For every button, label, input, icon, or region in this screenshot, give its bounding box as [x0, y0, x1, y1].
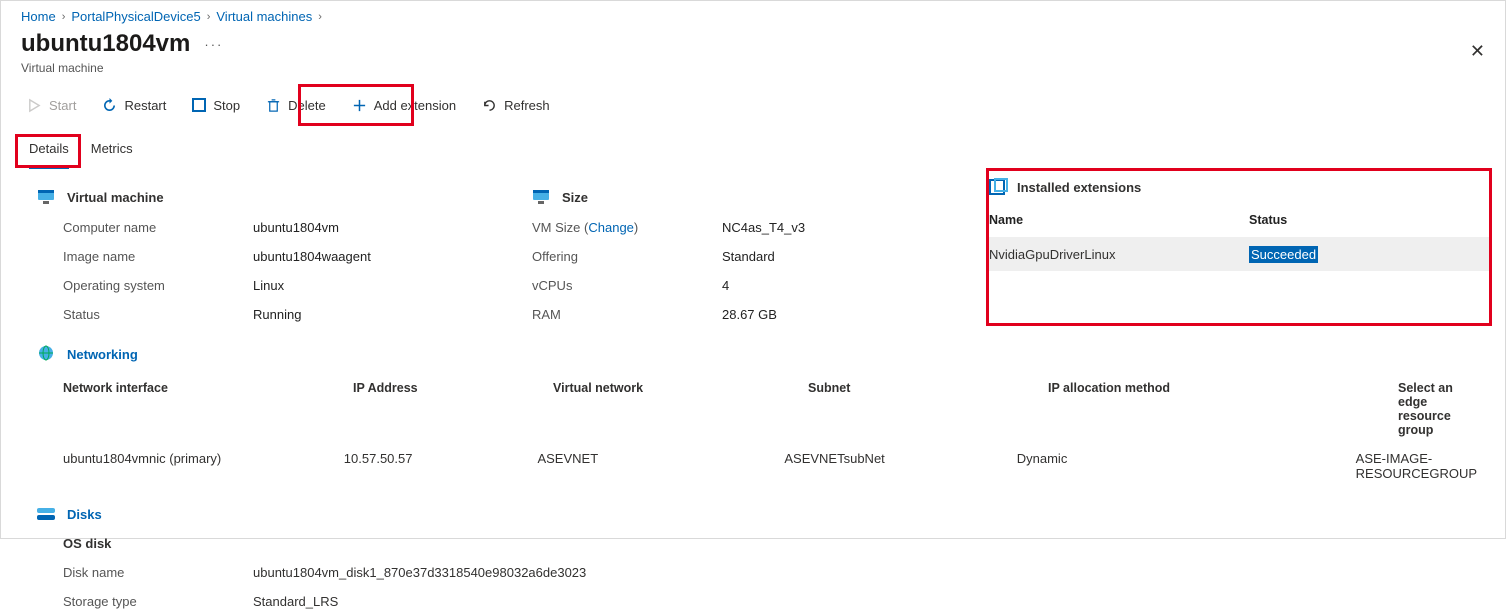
restart-button[interactable]: Restart	[96, 94, 172, 117]
globe-icon	[37, 344, 55, 365]
monitor-icon	[532, 188, 550, 206]
value-ip-method: Dynamic	[1017, 451, 1356, 481]
value-offering: Standard	[722, 249, 992, 264]
breadcrumb-device[interactable]: PortalPhysicalDevice5	[71, 9, 200, 24]
close-icon[interactable]: ✕	[1470, 41, 1485, 62]
command-bar: Start Restart Stop Delete Add extension …	[1, 85, 1505, 125]
col-network-interface: Network interface	[63, 381, 353, 437]
value-edge-rg: ASE-IMAGE-RESOURCEGROUP	[1356, 451, 1477, 481]
label-image-name: Image name	[63, 249, 253, 264]
start-button: Start	[21, 94, 82, 117]
disks-icon	[37, 508, 55, 522]
page-title: ubuntu1804vm	[21, 30, 190, 58]
col-ext-name: Name	[989, 213, 1249, 227]
restart-icon	[102, 98, 117, 113]
value-storage-type: Standard_LRS	[253, 594, 1477, 609]
more-menu-icon[interactable]: ···	[204, 37, 223, 52]
play-icon	[27, 98, 42, 113]
extension-row[interactable]: NvidiaGpuDriverLinux Succeeded	[989, 237, 1492, 271]
col-ext-status: Status	[1249, 213, 1492, 227]
tab-bar: Details Metrics	[1, 125, 1505, 170]
col-edge-rg: Select an edge resource group	[1398, 381, 1477, 437]
ext-name-cell: NvidiaGpuDriverLinux	[989, 247, 1249, 262]
refresh-icon	[482, 98, 497, 113]
value-ram: 28.67 GB	[722, 307, 992, 322]
tab-details[interactable]: Details	[29, 135, 69, 169]
network-row: ubuntu1804vmnic (primary) 10.57.50.57 AS…	[63, 451, 1477, 481]
installed-extensions-panel: Installed extensions Name Status NvidiaG…	[989, 179, 1492, 271]
plus-icon	[352, 98, 367, 113]
col-subnet: Subnet	[808, 381, 1048, 437]
delete-button[interactable]: Delete	[260, 94, 332, 117]
stop-icon	[192, 98, 206, 112]
breadcrumb: Home › PortalPhysicalDevice5 › Virtual m…	[1, 1, 1505, 28]
chevron-right-icon: ›	[62, 11, 66, 23]
label-disk-name: Disk name	[63, 565, 253, 580]
extension-icon	[989, 179, 1005, 195]
refresh-button[interactable]: Refresh	[476, 94, 556, 117]
trash-icon	[266, 98, 281, 113]
value-status: Running	[253, 307, 532, 322]
monitor-icon	[37, 188, 55, 206]
os-disk-heading: OS disk	[37, 536, 1477, 551]
change-vmsize-link[interactable]: Change	[588, 220, 634, 235]
stop-button[interactable]: Stop	[186, 94, 246, 117]
value-vnet: ASEVNET	[537, 451, 784, 481]
label-os: Operating system	[63, 278, 253, 293]
section-disks-header[interactable]: Disks	[37, 507, 1477, 522]
value-image-name: ubuntu1804waagent	[253, 249, 532, 264]
chevron-right-icon: ›	[318, 11, 322, 23]
label-vcpus: vCPUs	[532, 278, 722, 293]
value-vcpus: 4	[722, 278, 992, 293]
value-disk-name: ubuntu1804vm_disk1_870e37d3318540e98032a…	[253, 565, 1477, 580]
label-offering: Offering	[532, 249, 722, 264]
value-subnet: ASEVNETsubNet	[784, 451, 1016, 481]
tab-metrics[interactable]: Metrics	[91, 135, 133, 169]
label-status: Status	[63, 307, 253, 322]
col-ip: IP Address	[353, 381, 553, 437]
section-networking-header[interactable]: Networking	[37, 344, 1477, 365]
breadcrumb-home[interactable]: Home	[21, 9, 56, 24]
value-nic: ubuntu1804vmnic (primary)	[63, 451, 344, 481]
col-ip-method: IP allocation method	[1048, 381, 1398, 437]
col-vnet: Virtual network	[553, 381, 808, 437]
label-vmsize: VM Size (Change)	[532, 220, 722, 235]
value-computer-name: ubuntu1804vm	[253, 220, 532, 235]
section-size-header: Size	[532, 188, 992, 206]
label-ram: RAM	[532, 307, 722, 322]
value-os: Linux	[253, 278, 532, 293]
page-subtitle: Virtual machine	[1, 58, 1505, 85]
ext-status-cell: Succeeded	[1249, 246, 1318, 263]
chevron-right-icon: ›	[207, 11, 211, 23]
section-vm-header: Virtual machine	[37, 188, 532, 206]
label-storage-type: Storage type	[63, 594, 253, 609]
label-computer-name: Computer name	[63, 220, 253, 235]
value-ip: 10.57.50.57	[344, 451, 538, 481]
value-vmsize: NC4as_T4_v3	[722, 220, 992, 235]
add-extension-button[interactable]: Add extension	[346, 94, 462, 117]
breadcrumb-vms[interactable]: Virtual machines	[216, 9, 312, 24]
